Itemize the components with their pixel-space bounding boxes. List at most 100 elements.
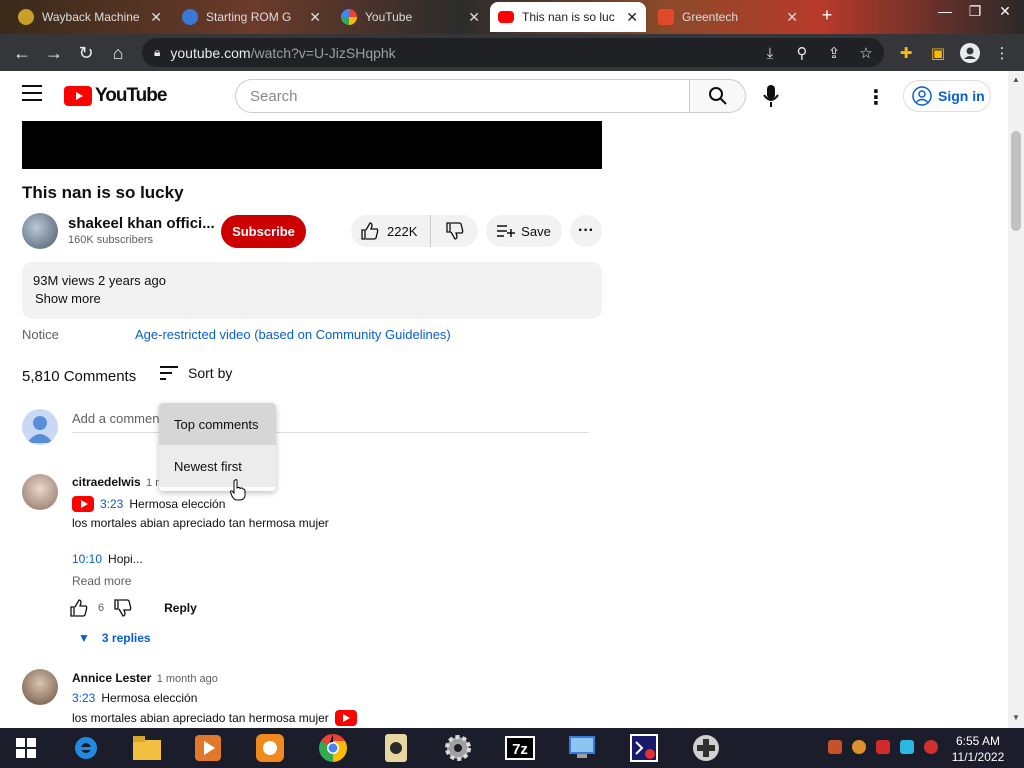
subscribe-button[interactable]: Subscribe bbox=[221, 215, 306, 248]
hand-cursor-icon bbox=[230, 479, 246, 501]
scroll-down-arrow-icon[interactable]: ▼ bbox=[1012, 713, 1020, 722]
share-icon[interactable]: ⇪ bbox=[823, 42, 845, 64]
youtube-logo-text: YouTube bbox=[95, 85, 167, 106]
media-player-icon[interactable] bbox=[192, 732, 224, 764]
notice-value-link[interactable]: Age-restricted video (based on Community… bbox=[135, 327, 451, 342]
zoom-icon[interactable]: ⚲ bbox=[791, 42, 813, 64]
settings-menu-icon[interactable]: ⋮ bbox=[866, 85, 886, 110]
uc-browser-icon[interactable] bbox=[254, 732, 286, 764]
settings-gear-icon[interactable] bbox=[442, 732, 474, 764]
url-text: youtube.com/watch?v=U-JizSHqphk bbox=[170, 45, 395, 61]
browser-menu-icon[interactable]: ⋮ bbox=[991, 42, 1013, 64]
thumbs-down-icon[interactable] bbox=[114, 599, 132, 617]
tab-starting-rom[interactable]: Starting ROM G ✕ bbox=[174, 2, 329, 32]
commenter-avatar[interactable] bbox=[22, 669, 58, 705]
add-comment-input[interactable]: Add a comment bbox=[72, 409, 589, 433]
remote-desktop-icon[interactable] bbox=[566, 732, 598, 764]
dislike-button[interactable] bbox=[431, 215, 478, 247]
comment-text: Hopi... bbox=[108, 552, 143, 566]
extensions-icon[interactable]: ✚ bbox=[895, 42, 917, 64]
thumbs-up-icon[interactable] bbox=[70, 599, 88, 617]
file-explorer-icon[interactable] bbox=[131, 732, 163, 764]
tab-close-icon[interactable]: ✕ bbox=[626, 9, 638, 26]
search-button[interactable] bbox=[689, 79, 746, 113]
tab-close-icon[interactable]: ✕ bbox=[786, 9, 798, 26]
forward-arrow-icon[interactable]: → bbox=[42, 41, 66, 65]
comment-line: los mortales abian apreciado tan hermosa… bbox=[72, 710, 357, 726]
comment-text: los mortales abian apreciado tan hermosa… bbox=[72, 711, 329, 725]
internet-explorer-icon[interactable] bbox=[70, 732, 102, 764]
app-icon[interactable] bbox=[380, 732, 412, 764]
bookmark-star-icon[interactable]: ☆ bbox=[855, 42, 877, 64]
tray-search-icon[interactable] bbox=[852, 740, 866, 754]
channel-avatar[interactable] bbox=[22, 213, 58, 249]
search-input[interactable]: Search bbox=[235, 79, 690, 113]
home-icon[interactable]: ⌂ bbox=[106, 41, 130, 65]
tab-close-icon[interactable]: ✕ bbox=[309, 9, 321, 26]
close-window-icon[interactable]: ✕ bbox=[990, 0, 1020, 22]
comment-author[interactable]: Annice Lester 1 month ago bbox=[72, 671, 218, 685]
voice-search-button[interactable] bbox=[755, 80, 787, 112]
tab-greentech[interactable]: Greentech ✕ bbox=[650, 2, 806, 32]
tray-flag-icon[interactable] bbox=[876, 740, 890, 754]
browser-toolbar: ← → ↻ ⌂ 🔒︎ youtube.com/watch?v=U-JizSHqp… bbox=[0, 34, 1024, 71]
side-panel-icon[interactable]: ▣ bbox=[927, 42, 949, 64]
view-replies-button[interactable]: ▼ 3 replies bbox=[78, 631, 151, 645]
tab-current-video[interactable]: This nan is so luc ✕ bbox=[490, 2, 646, 32]
commenter-avatar[interactable] bbox=[22, 474, 58, 510]
youtube-logo[interactable]: YouTube bbox=[64, 85, 167, 107]
description-box[interactable]: 93M views 2 years ago Show more bbox=[22, 262, 602, 319]
tab-wayback-machine[interactable]: Wayback Machine ✕ bbox=[10, 2, 170, 32]
terminal-app-icon[interactable] bbox=[628, 732, 660, 764]
site-favicon-icon bbox=[182, 9, 198, 25]
sort-by-button[interactable]: Sort by bbox=[160, 365, 232, 381]
comment-author[interactable]: citraedelwis 1 mo bbox=[72, 475, 171, 489]
tray-network-icon[interactable] bbox=[900, 740, 914, 754]
scrollbar-thumb[interactable] bbox=[1011, 131, 1021, 231]
channel-name[interactable]: shakeel khan offici... bbox=[68, 215, 215, 232]
gamepad-icon[interactable] bbox=[690, 732, 722, 764]
reload-icon[interactable]: ↻ bbox=[74, 41, 98, 65]
new-tab-button[interactable]: + bbox=[812, 4, 842, 26]
install-icon[interactable]: ⤓ bbox=[759, 42, 781, 64]
back-arrow-icon[interactable]: ← bbox=[10, 41, 34, 65]
default-avatar-icon bbox=[27, 416, 53, 443]
comment-timestamp-link[interactable]: 10:10 bbox=[72, 552, 102, 566]
like-button[interactable]: 222K bbox=[351, 215, 431, 247]
sign-in-button[interactable]: Sign in bbox=[903, 80, 991, 112]
save-label: Save bbox=[521, 223, 551, 239]
youtube-page: YouTube Search ⋮ Sign in This nan is so … bbox=[0, 71, 1008, 728]
windows-start-icon[interactable] bbox=[10, 732, 42, 764]
chrome-icon[interactable] bbox=[317, 732, 349, 764]
tray-pen-icon[interactable] bbox=[828, 740, 842, 754]
minimize-icon[interactable]: — bbox=[930, 0, 960, 22]
page-scrollbar[interactable]: ▲ ▼ bbox=[1008, 71, 1024, 728]
profile-icon[interactable] bbox=[959, 42, 981, 64]
hamburger-menu-icon[interactable] bbox=[22, 85, 42, 101]
7zip-icon[interactable]: 7z bbox=[504, 732, 536, 764]
show-more-link[interactable]: Show more bbox=[35, 291, 101, 306]
scroll-up-arrow-icon[interactable]: ▲ bbox=[1012, 75, 1020, 84]
wayback-favicon-icon bbox=[18, 9, 34, 25]
sort-option-top-comments[interactable]: Top comments bbox=[159, 403, 276, 445]
subscriber-count: 160K subscribers bbox=[68, 234, 153, 246]
tray-volume-icon[interactable] bbox=[924, 740, 938, 754]
tab-close-icon[interactable]: ✕ bbox=[468, 9, 480, 26]
tab-close-icon[interactable]: ✕ bbox=[150, 9, 162, 26]
taskbar-clock[interactable]: 6:55 AM 11/1/2022 bbox=[946, 733, 1010, 765]
sort-option-newest-first[interactable]: Newest first bbox=[159, 445, 276, 487]
url-path: /watch?v=U-JizSHqphk bbox=[250, 44, 396, 61]
comment-text: Hermosa elección bbox=[129, 497, 226, 511]
reply-button[interactable]: Reply bbox=[164, 601, 197, 615]
restore-icon[interactable]: ❐ bbox=[960, 0, 990, 22]
comment-timestamp-link[interactable]: 3:23 bbox=[100, 497, 123, 511]
tab-youtube[interactable]: YouTube ✕ bbox=[333, 2, 488, 32]
save-button[interactable]: Save bbox=[486, 215, 562, 247]
comment-timestamp-link[interactable]: 3:23 bbox=[72, 691, 95, 705]
more-actions-button[interactable]: ··· bbox=[570, 215, 602, 247]
youtube-play-icon bbox=[64, 86, 92, 106]
url-domain: youtube.com bbox=[170, 44, 251, 61]
site-favicon-icon bbox=[658, 9, 674, 25]
video-player[interactable] bbox=[22, 121, 602, 169]
read-more-link[interactable]: Read more bbox=[72, 574, 131, 588]
